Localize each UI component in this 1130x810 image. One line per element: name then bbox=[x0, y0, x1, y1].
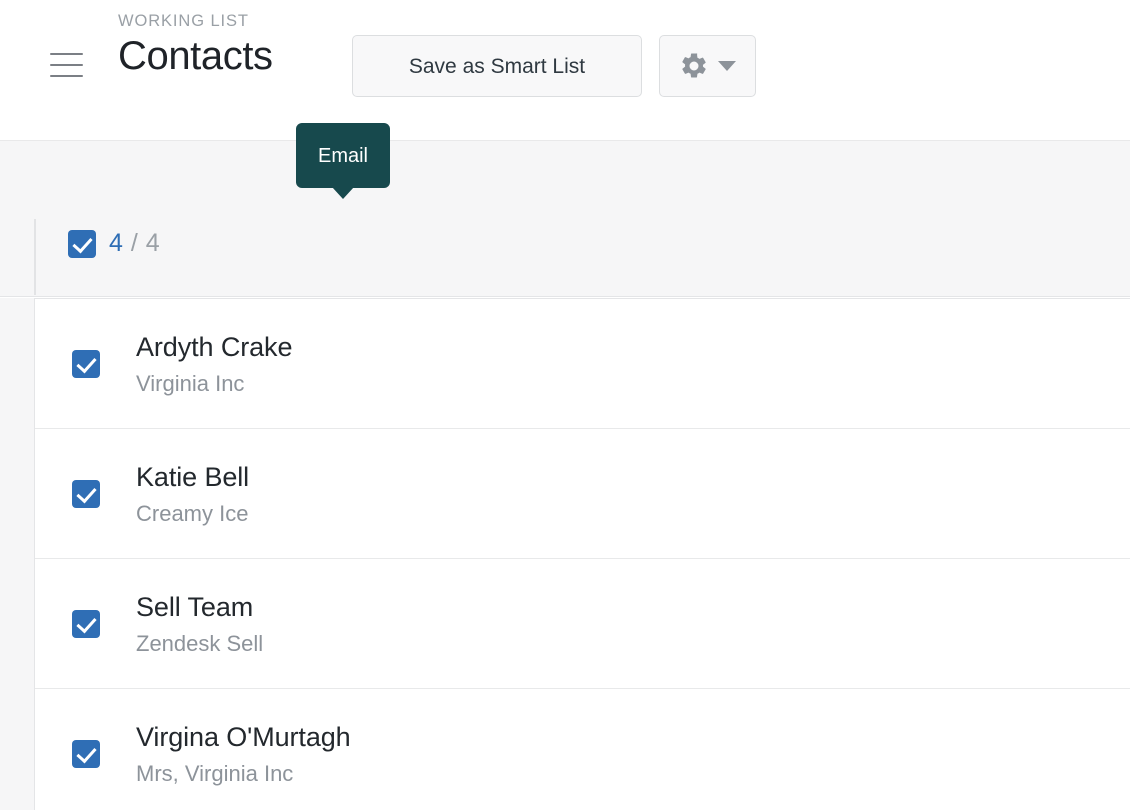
page-title: Contacts bbox=[118, 34, 273, 78]
selection-summary: 4 / 4 bbox=[68, 229, 160, 258]
contact-name: Virgina O'Murtagh bbox=[136, 722, 351, 752]
hamburger-line bbox=[50, 64, 83, 66]
gear-icon bbox=[679, 51, 709, 81]
page-eyebrow: WORKING LIST bbox=[118, 12, 249, 30]
contact-company: Virginia Inc bbox=[136, 370, 245, 396]
hamburger-line bbox=[50, 75, 83, 77]
toolbar-divider bbox=[34, 219, 36, 295]
bulk-action-toolbar: 4 / 4 bbox=[0, 141, 1130, 417]
contact-name: Sell Team bbox=[136, 591, 254, 622]
row-checkbox-cell bbox=[35, 349, 136, 378]
hamburger-line bbox=[50, 53, 83, 55]
row-content: Virgina O'Murtagh Mrs, Virginia Inc bbox=[136, 719, 1130, 789]
select-all-checkbox[interactable] bbox=[68, 229, 96, 258]
selected-count: 4 bbox=[109, 229, 124, 257]
list-left-gutter bbox=[0, 298, 34, 810]
page-header: WORKING LIST Contacts Save as Smart List bbox=[0, 0, 1130, 141]
chevron-down-icon bbox=[718, 61, 736, 71]
row-content: Katie Bell Creamy Ice bbox=[136, 459, 1130, 529]
contacts-page: WORKING LIST Contacts Save as Smart List… bbox=[0, 0, 1130, 810]
row-content: Sell Team Zendesk Sell bbox=[136, 589, 1130, 659]
contact-company: Mrs, Virginia Inc bbox=[136, 761, 294, 786]
table-row[interactable]: Katie Bell Creamy Ice bbox=[35, 429, 1130, 559]
table-row[interactable]: Virgina O'Murtagh Mrs, Virginia Inc bbox=[35, 689, 1130, 810]
email-tooltip: Email bbox=[296, 123, 390, 199]
row-checkbox-cell bbox=[35, 740, 136, 768]
settings-dropdown-button[interactable] bbox=[659, 35, 756, 97]
row-checkbox[interactable] bbox=[71, 479, 100, 508]
hamburger-menu-icon[interactable] bbox=[50, 53, 83, 77]
tooltip-label: Email bbox=[317, 144, 368, 167]
selection-count: 4 / 4 bbox=[109, 229, 160, 258]
contact-name: Katie Bell bbox=[136, 461, 250, 492]
row-content: Ardyth Crake Virginia Inc bbox=[136, 329, 1130, 399]
contact-name: Ardyth Crake bbox=[136, 331, 293, 362]
contact-company: Zendesk Sell bbox=[136, 630, 264, 656]
row-checkbox-cell bbox=[35, 479, 136, 508]
row-checkbox-cell bbox=[35, 609, 136, 638]
contacts-list: Ardyth Crake Virginia Inc Katie Bell Cre… bbox=[34, 298, 1130, 810]
contact-company: Creamy Ice bbox=[136, 500, 249, 526]
count-separator: / bbox=[130, 229, 139, 257]
table-row[interactable]: Sell Team Zendesk Sell bbox=[35, 559, 1130, 689]
title-block: WORKING LIST Contacts bbox=[118, 11, 273, 81]
row-checkbox[interactable] bbox=[71, 740, 100, 768]
table-row[interactable]: Ardyth Crake Virginia Inc bbox=[35, 299, 1130, 429]
save-as-smart-list-button[interactable]: Save as Smart List bbox=[352, 35, 642, 97]
row-checkbox[interactable] bbox=[71, 349, 100, 378]
total-count: 4 bbox=[145, 229, 161, 257]
row-checkbox[interactable] bbox=[71, 609, 100, 638]
